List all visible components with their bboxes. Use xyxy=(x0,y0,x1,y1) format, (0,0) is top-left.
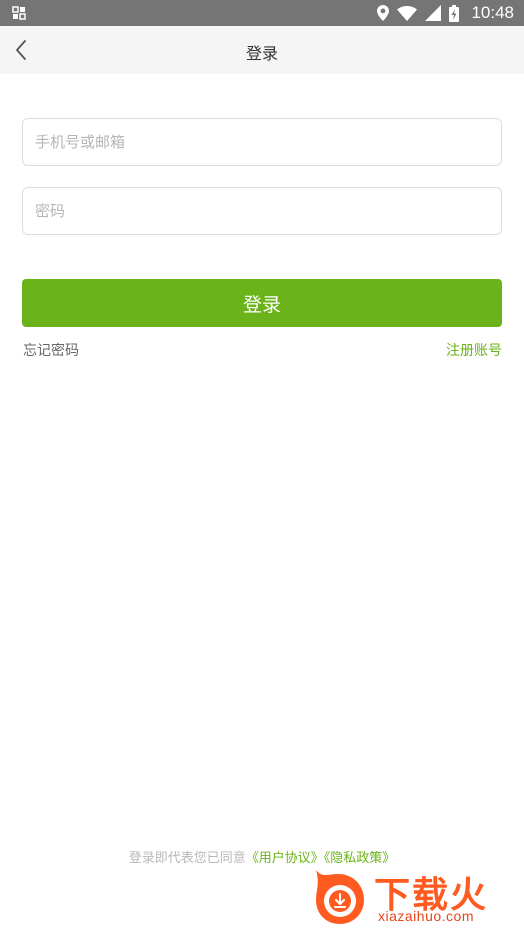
status-time: 10:48 xyxy=(471,3,514,22)
watermark-url: xiazaihuo.com xyxy=(378,908,474,924)
phone-email-field[interactable] xyxy=(22,118,502,166)
notification-icon xyxy=(12,6,26,20)
forgot-password-link[interactable]: 忘记密码 xyxy=(23,340,79,360)
signal-icon xyxy=(425,5,442,21)
password-input[interactable] xyxy=(23,188,501,234)
wifi-icon xyxy=(397,5,418,21)
phone-email-input[interactable] xyxy=(23,119,501,165)
app-bar: 登录 xyxy=(0,26,524,74)
page-title: 登录 xyxy=(245,44,278,63)
location-icon xyxy=(377,5,390,21)
password-field[interactable] xyxy=(22,187,502,235)
status-icons: 10:48 xyxy=(377,0,514,26)
register-link[interactable]: 注册账号 xyxy=(446,340,502,360)
battery-icon xyxy=(449,4,460,22)
watermark-logo: 下载火 xiazaihuo.com xyxy=(308,860,518,926)
status-bar: 10:48 xyxy=(0,0,524,26)
flame-logo-icon xyxy=(316,870,364,924)
agreement-prefix: 登录即代表您已同意 xyxy=(128,851,246,866)
login-button[interactable]: 登录 xyxy=(22,279,502,327)
